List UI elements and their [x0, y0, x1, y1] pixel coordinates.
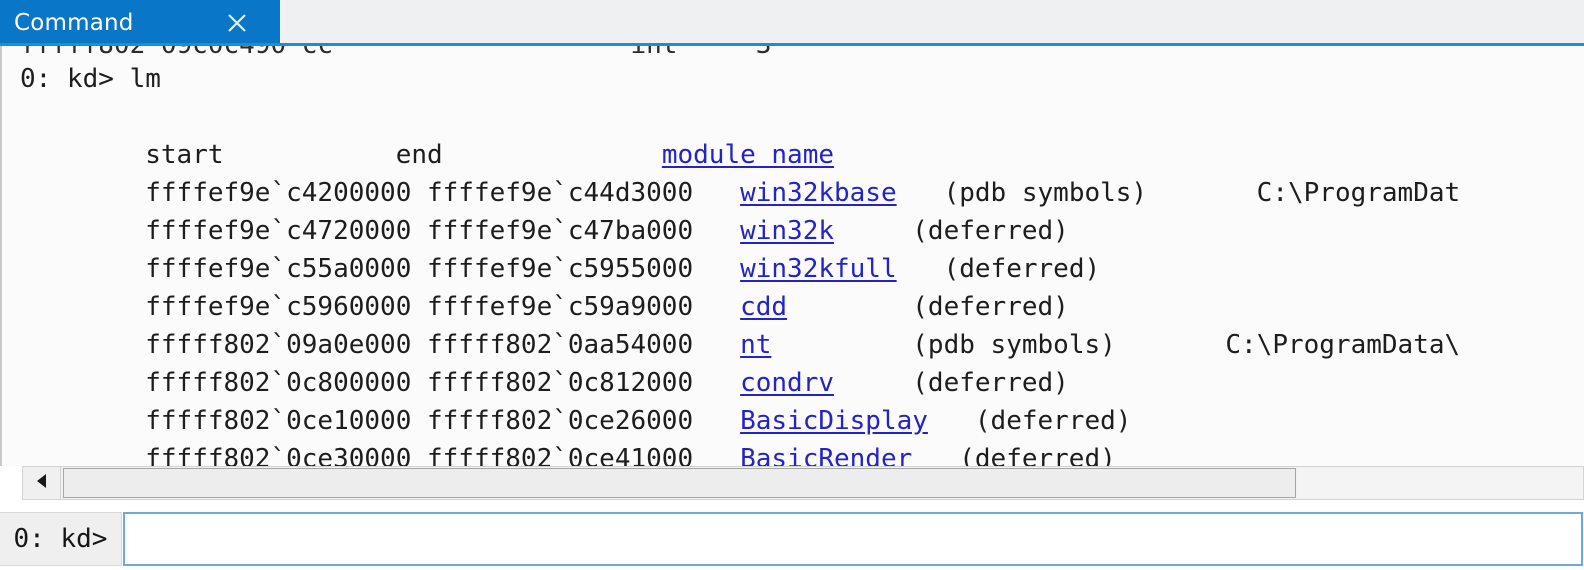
- table-row: fffff802`0ce30000 fffff802`0ce41000 Basi…: [20, 402, 1116, 466]
- scrollbar-track[interactable]: [1298, 468, 1583, 498]
- tab-strip: Command: [0, 0, 1584, 46]
- row-path: C:\ProgramDat: [1256, 178, 1461, 208]
- table-row: fffff802`0ce50000 fffff802`0ce6c000 Npfs…: [20, 440, 1084, 466]
- table-row: fffff802`0c800000 fffff802`0c812000 cond…: [20, 326, 1069, 398]
- output-line-prompt: 0: kd> lm: [20, 64, 161, 94]
- triangle-left-icon: [35, 473, 49, 493]
- scrollbar-thumb[interactable]: [63, 468, 1296, 498]
- horizontal-scrollbar[interactable]: [22, 466, 1584, 500]
- command-input-row: 0: kd>: [0, 508, 1584, 570]
- output-header-row: start end module name: [20, 98, 834, 170]
- tab-command-label: Command: [14, 10, 134, 36]
- table-row: fffff802`0ce10000 fffff802`0ce26000 Basi…: [20, 364, 1131, 436]
- tab-command[interactable]: Command: [0, 0, 280, 46]
- table-row: ffffef9e`c4720000 ffffef9e`c47ba000 win3…: [20, 174, 1069, 246]
- scroll-left-button[interactable]: [23, 467, 61, 499]
- close-icon[interactable]: [224, 10, 250, 36]
- table-row: ffffef9e`c5960000 ffffef9e`c59a9000 cdd …: [20, 250, 1069, 322]
- table-row: fffff802`09a0e000 fffff802`0aa54000 nt (…: [20, 288, 1460, 360]
- windbg-command-window: Command fffff802`09c0c490 cc int 3 0: kd…: [0, 0, 1584, 570]
- row-path: C:\ProgramData\: [1225, 330, 1461, 360]
- command-input[interactable]: [123, 512, 1583, 566]
- command-output-pane[interactable]: fffff802`09c0c490 cc int 3 0: kd> lm sta…: [0, 46, 1584, 466]
- table-row: ffffef9e`c55a0000 ffffef9e`c5955000 win3…: [20, 212, 1100, 284]
- table-row: ffffef9e`c4200000 ffffef9e`c44d3000 win3…: [20, 136, 1460, 208]
- command-prompt-label: 0: kd>: [0, 512, 122, 566]
